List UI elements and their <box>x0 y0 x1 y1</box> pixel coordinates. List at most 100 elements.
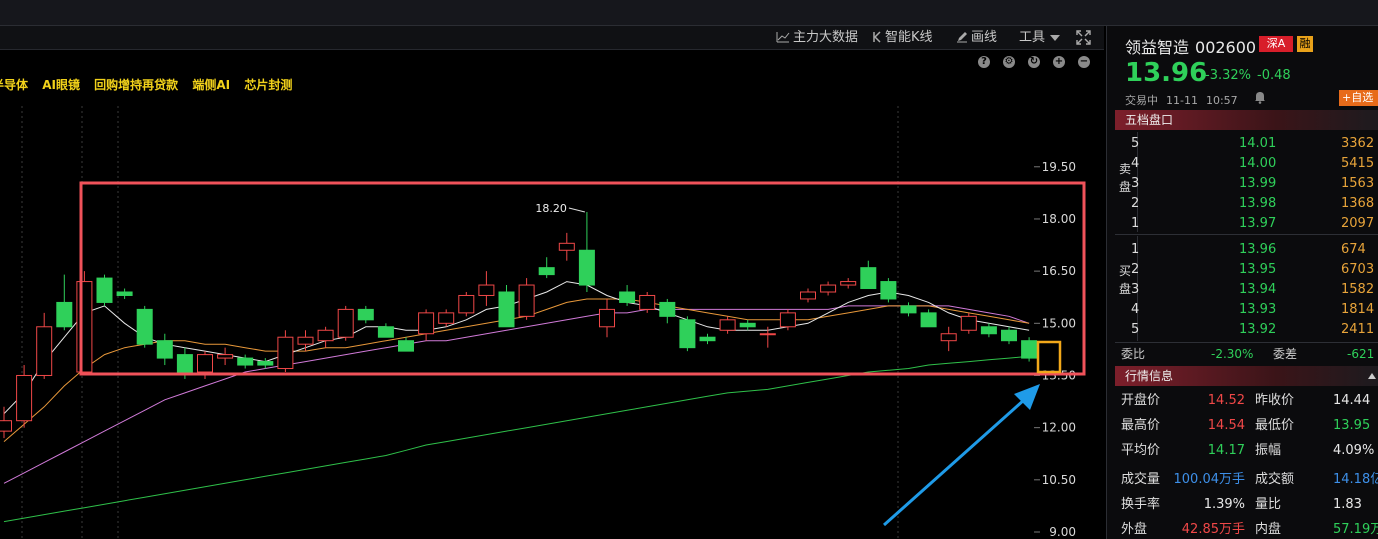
zoom-out-icon[interactable]: − <box>1078 56 1090 68</box>
divider <box>1115 234 1378 235</box>
candle-down <box>377 326 394 338</box>
trend-chart-icon <box>776 32 790 43</box>
candle-down <box>237 357 254 366</box>
chart-toolbar: 主力大数据 智能K线 画线 工具 <box>0 26 1104 50</box>
candle-up <box>558 242 575 251</box>
pointer-arrow-shaft <box>883 398 1025 527</box>
info-label: 开盘价 <box>1121 393 1161 408</box>
buy-level-5[interactable]: 5 13.92 2411 <box>1107 320 1378 340</box>
sell-level-4[interactable]: 4 14.00 5415 <box>1107 154 1378 174</box>
info-value: 14.18亿 <box>1333 472 1378 487</box>
concept-tag[interactable]: 半导体 <box>0 78 28 92</box>
candle-up <box>719 319 736 331</box>
settings-icon[interactable]: ⚙ <box>1003 56 1015 68</box>
buy-price: 13.95 <box>1239 262 1277 277</box>
buy-level-2[interactable]: 2 13.95 6703 <box>1107 260 1378 280</box>
candle-down <box>1021 340 1038 359</box>
zoom-in-icon[interactable]: + <box>1053 56 1065 68</box>
sell-level-5[interactable]: 5 14.01 3362 <box>1107 134 1378 154</box>
candle-up <box>840 281 857 286</box>
candlestick-chart[interactable]: 19.5018.0016.5015.0013.5012.0010.509.001… <box>0 96 1104 539</box>
candle-up <box>36 326 53 376</box>
info-label: 量比 <box>1255 497 1282 512</box>
margin-trading-badge: 融 <box>1297 36 1313 52</box>
info-label: 内盘 <box>1255 522 1282 537</box>
y-tick-label: 19.50 <box>1042 160 1076 174</box>
candle-down <box>156 340 173 359</box>
info-label: 平均价 <box>1121 443 1161 458</box>
sell-level: 4 <box>1131 156 1140 171</box>
y-tick-label: 9.00 <box>1049 525 1076 539</box>
quote-panel: 领益智造 002600 深A 融 13.96 -3.32% -0.48 交易中 11… <box>1106 26 1378 539</box>
info-row: 平均价 14.17 振幅 4.09% <box>1107 440 1378 462</box>
caret-down-icon <box>1050 35 1061 41</box>
buy-level-3[interactable]: 3 13.94 1582 <box>1107 280 1378 300</box>
top-bar <box>0 0 1378 26</box>
sell-volume: 5415 <box>1341 156 1375 171</box>
candle-up <box>76 281 93 373</box>
y-tick-label: 15.00 <box>1042 316 1076 330</box>
candle-down <box>498 291 515 328</box>
buy-price: 13.96 <box>1239 242 1277 257</box>
refresh-icon[interactable]: ↻ <box>1028 56 1040 68</box>
buy-price: 13.94 <box>1239 282 1277 297</box>
add-watchlist-button[interactable]: +自选 <box>1339 90 1378 106</box>
main-force-data-button[interactable]: 主力大数据 <box>776 29 858 47</box>
bell-icon[interactable] <box>1253 90 1267 104</box>
help-icon[interactable]: ? <box>978 56 990 68</box>
info-label: 最高价 <box>1121 418 1161 433</box>
candle-up <box>297 336 314 345</box>
candle-down <box>679 319 696 349</box>
collapse-icon[interactable] <box>1367 372 1377 380</box>
candle-up <box>458 294 475 314</box>
buy-level: 2 <box>1131 262 1140 277</box>
candle-down <box>699 336 716 342</box>
tools-dropdown[interactable]: 工具 <box>1019 29 1064 47</box>
sell-level-1[interactable]: 1 13.97 2097 <box>1107 214 1378 234</box>
concept-tag[interactable]: 回购增持再贷款 <box>94 78 178 92</box>
info-row: 开盘价 14.52 昨收价 14.44 <box>1107 390 1378 412</box>
concept-tag[interactable]: AI眼镜 <box>42 78 80 92</box>
buy-level-4[interactable]: 4 13.93 1814 <box>1107 300 1378 320</box>
expand-icon <box>1076 30 1091 45</box>
info-value: 14.54 <box>1207 418 1245 433</box>
y-tick-label: 10.50 <box>1042 473 1076 487</box>
draw-line-button[interactable]: 画线 <box>956 29 997 47</box>
info-value: 1.39% <box>1203 497 1245 512</box>
sell-price: 14.00 <box>1239 156 1277 171</box>
buy-level: 3 <box>1131 282 1140 297</box>
info-label: 最低价 <box>1255 418 1295 433</box>
sell-price: 13.98 <box>1239 196 1277 211</box>
fullscreen-button[interactable] <box>1076 30 1094 48</box>
stock-title: 领益智造 002600 <box>1125 34 1256 58</box>
info-value: 100.04万手 <box>1173 472 1246 487</box>
sell-price: 13.97 <box>1239 216 1277 231</box>
info-value: 4.09% <box>1333 443 1375 458</box>
candle-down <box>538 267 555 276</box>
info-label: 振幅 <box>1255 443 1282 458</box>
info-label: 昨收价 <box>1255 393 1295 408</box>
candle-up <box>800 291 816 300</box>
sell-level-3[interactable]: 3 13.99 1563 <box>1107 174 1378 194</box>
candle-down <box>1001 329 1017 342</box>
candle-up <box>779 312 796 328</box>
sell-level-2[interactable]: 2 13.98 1368 <box>1107 194 1378 214</box>
info-value: 14.17 <box>1207 443 1245 458</box>
buy-level-1[interactable]: 1 13.96 674 <box>1107 240 1378 260</box>
weibi-label: 委比 <box>1121 347 1146 361</box>
sell-volume: 3362 <box>1341 136 1375 151</box>
concept-tag[interactable]: 芯片封测 <box>244 78 292 92</box>
ma10-line <box>3 298 1030 442</box>
market-info-header: 行情信息 <box>1115 366 1378 386</box>
buy-volume: 2411 <box>1341 322 1375 337</box>
concept-tag[interactable]: 端侧AI <box>192 78 230 92</box>
candle-up <box>599 308 615 328</box>
sell-level: 3 <box>1131 176 1140 191</box>
info-row: 成交量 100.04万手成交额 14.18亿 <box>1107 469 1378 491</box>
change-amount: -0.48 <box>1257 68 1291 83</box>
buy-volume: 674 <box>1341 242 1366 257</box>
buy-volume: 1814 <box>1341 302 1375 317</box>
stock-code: 002600 <box>1195 38 1257 57</box>
smart-kline-button[interactable]: 智能K线 <box>872 29 933 47</box>
ma60-line <box>3 355 1030 523</box>
